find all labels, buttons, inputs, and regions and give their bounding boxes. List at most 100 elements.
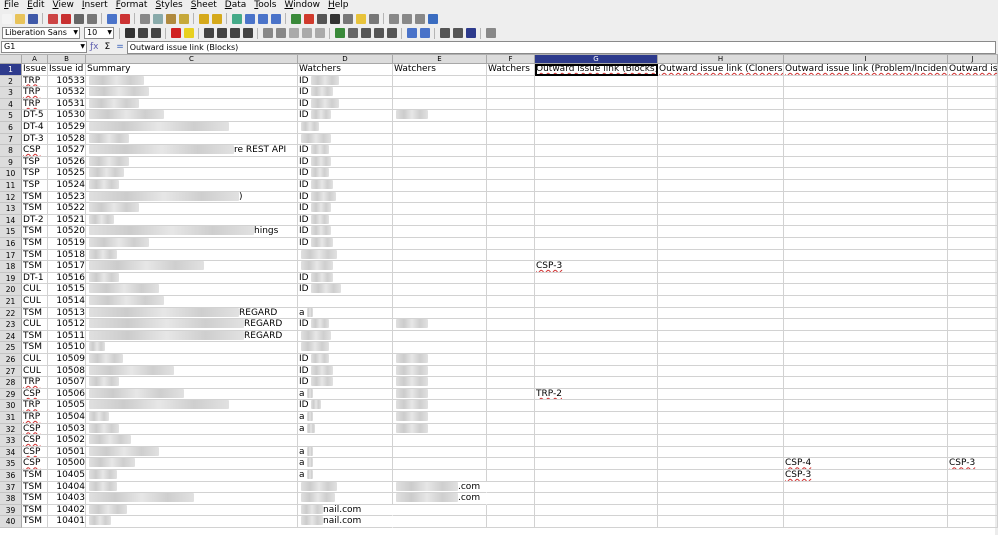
cell-g[interactable]: CSP-3 [535,261,658,273]
cell-a[interactable]: TSM [22,307,48,320]
image-icon[interactable] [290,13,301,24]
cell-d[interactable] [298,493,393,505]
cell-g[interactable] [535,272,658,285]
cell-i[interactable] [784,191,948,204]
cell-i[interactable] [784,98,948,111]
cell-c[interactable] [86,249,298,262]
cell-g[interactable] [535,458,658,470]
cell-a[interactable]: TSM [22,342,48,354]
cell-j[interactable] [948,423,998,436]
cell-a[interactable]: TRP [22,87,48,99]
cell-a[interactable]: TSM [22,493,48,505]
cell-g[interactable] [535,203,658,215]
function-wizard-icon[interactable]: ƒx [90,41,99,53]
border-style-icon[interactable] [452,28,463,38]
cell-a[interactable]: TSM [22,238,48,250]
cell-e[interactable] [393,435,487,447]
cell-h[interactable] [658,203,784,215]
cell-d[interactable]: ID [298,145,393,157]
cell-b[interactable]: 10405 [48,470,86,482]
cell-i[interactable] [784,412,948,424]
row-header[interactable]: 2 [0,75,22,88]
cell-f[interactable] [487,481,535,494]
menu-data[interactable]: Data [221,0,251,11]
cell-g[interactable] [535,214,658,227]
conditional-icon[interactable] [485,28,496,38]
cell-e[interactable] [393,319,487,331]
cell-f[interactable] [487,342,535,354]
cell-b[interactable]: 10404 [48,481,86,494]
cell-b[interactable]: 10507 [48,377,86,389]
open-icon[interactable] [14,13,25,24]
cut-icon[interactable] [139,13,150,24]
row-header[interactable]: 1 [0,64,22,76]
cell-b[interactable]: 10522 [48,203,86,215]
cell-f[interactable] [487,435,535,447]
cell-b[interactable]: 10508 [48,365,86,378]
cell-i[interactable] [784,400,948,412]
menu-tools[interactable]: Tools [250,0,280,11]
cell-e[interactable] [393,203,487,215]
cell-h[interactable] [658,261,784,273]
cell-e[interactable] [393,377,487,389]
cell-d[interactable]: ID [298,400,393,412]
row-header[interactable]: 17 [0,249,22,262]
cell-h[interactable] [658,481,784,494]
font-color-icon[interactable] [170,28,181,38]
row-header[interactable]: 19 [0,272,22,285]
cell-d[interactable] [298,133,393,146]
cell-a[interactable]: CUL [22,296,48,308]
cell-e[interactable]: .com [393,481,487,494]
cell-f[interactable] [487,284,535,296]
cell-f[interactable] [487,377,535,389]
cell-g[interactable] [535,156,658,169]
cell-h[interactable] [658,446,784,459]
cell-h[interactable] [658,458,784,470]
bottom-align-icon[interactable] [314,28,325,38]
cell-d[interactable]: ID [298,214,393,227]
align-center-icon[interactable] [216,28,227,38]
cell-d[interactable]: ID [298,87,393,99]
cell-e[interactable] [393,180,487,192]
cell-e[interactable] [393,458,487,470]
cell-e[interactable] [393,296,487,308]
cell-i[interactable] [784,122,948,134]
header-cell-f[interactable]: Watchers [487,64,535,76]
cell-j[interactable] [948,377,998,389]
name-box[interactable]: G1 ▼ [1,41,87,53]
column-header-a[interactable]: A [22,55,48,64]
cell-f[interactable] [487,261,535,273]
cell-a[interactable]: TSM [22,249,48,262]
cell-i[interactable] [784,203,948,215]
cell-e[interactable] [393,284,487,296]
cell-f[interactable] [487,122,535,134]
cell-j[interactable]: CSP-3 [948,458,998,470]
cell-d[interactable] [298,296,393,308]
cell-c[interactable] [86,122,298,134]
cell-h[interactable] [658,110,784,122]
cell-g[interactable] [535,481,658,494]
cell-j[interactable] [948,168,998,180]
cell-h[interactable] [658,226,784,238]
cell-i[interactable] [784,296,948,308]
cell-f[interactable] [487,516,535,528]
cell-j[interactable] [948,238,998,250]
new-icon[interactable] [1,13,12,24]
currency-icon[interactable] [334,28,345,38]
clone-format-icon[interactable] [178,13,189,24]
cell-f[interactable] [487,133,535,146]
print-icon[interactable] [73,13,84,24]
cell-j[interactable] [948,87,998,99]
cell-j[interactable] [948,214,998,227]
cell-g[interactable] [535,516,658,528]
cell-c[interactable] [86,75,298,88]
cell-f[interactable] [487,400,535,412]
cell-b[interactable]: 10504 [48,412,86,424]
cell-f[interactable] [487,296,535,308]
cell-j[interactable] [948,180,998,192]
column-header-f[interactable]: F [487,55,535,64]
cell-b[interactable]: 10525 [48,168,86,180]
cell-i[interactable] [784,435,948,447]
cell-a[interactable]: DT-5 [22,110,48,122]
cell-e[interactable] [393,87,487,99]
